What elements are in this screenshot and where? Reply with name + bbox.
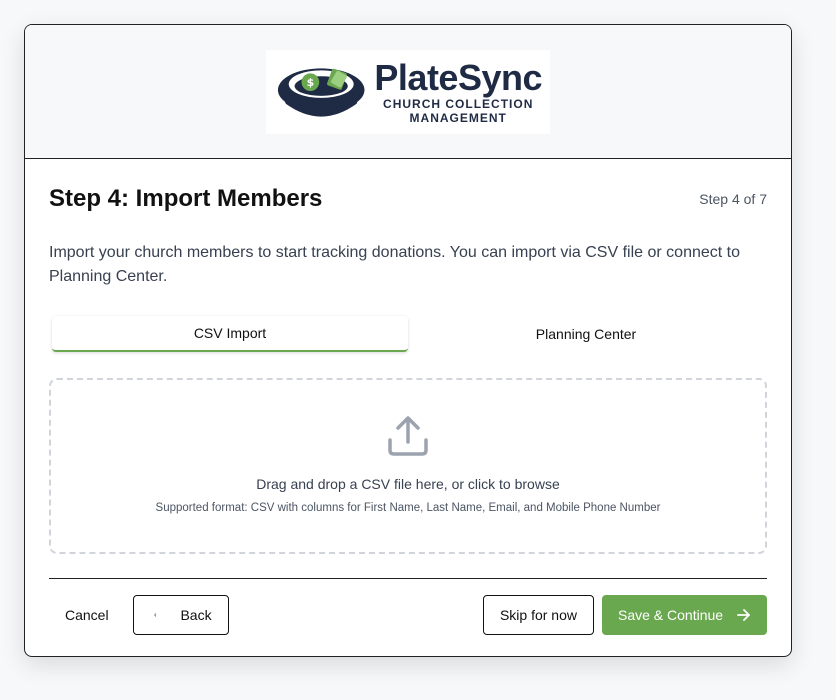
svg-text:$: $ <box>307 76 315 89</box>
dropzone-main-text: Drag and drop a CSV file here, or click … <box>256 476 560 492</box>
import-tabs: CSV Import Planning Center <box>49 314 767 354</box>
arrow-right-icon <box>737 609 750 621</box>
chevron-left-icon <box>153 613 156 617</box>
step-counter: Step 4 of 7 <box>699 191 767 207</box>
logo-tagline-2: MANAGEMENT <box>409 110 507 125</box>
save-continue-label: Save & Continue <box>618 607 724 623</box>
step-body: Step 4: Import Members Step 4 of 7 Impor… <box>25 185 791 635</box>
onboarding-card: $ PlateSync CHURCH COLLECTION MANAGEMENT… <box>24 24 792 657</box>
collection-plate-icon: $ <box>277 67 365 117</box>
card-header: $ PlateSync CHURCH COLLECTION MANAGEMENT <box>25 25 791 159</box>
dropzone-format-text: Supported format: CSV with columns for F… <box>155 502 661 514</box>
footer-actions: Cancel Back Skip for now Save & Continue <box>49 595 767 635</box>
logo-tagline-1: CHURCH COLLECTION <box>383 96 534 111</box>
page-title: Step 4: Import Members <box>49 185 323 212</box>
upload-icon <box>388 416 428 456</box>
logo-name: PlateSync <box>374 56 542 98</box>
title-row: Step 4: Import Members Step 4 of 7 <box>49 185 767 213</box>
back-button[interactable]: Back <box>132 595 229 635</box>
step-description: Import your church members to start trac… <box>49 244 740 285</box>
footer-divider <box>49 578 767 579</box>
platesync-logo: $ PlateSync CHURCH COLLECTION MANAGEMENT <box>266 49 550 134</box>
save-continue-button[interactable]: Save & Continue <box>602 595 767 635</box>
csv-dropzone[interactable]: Drag and drop a CSV file here, or click … <box>49 378 767 554</box>
cancel-button[interactable]: Cancel <box>49 595 125 635</box>
back-button-label: Back <box>180 607 212 623</box>
skip-button[interactable]: Skip for now <box>482 595 594 635</box>
tab-csv-import[interactable]: CSV Import <box>52 316 408 352</box>
tab-planning-center[interactable]: Planning Center <box>408 316 764 352</box>
